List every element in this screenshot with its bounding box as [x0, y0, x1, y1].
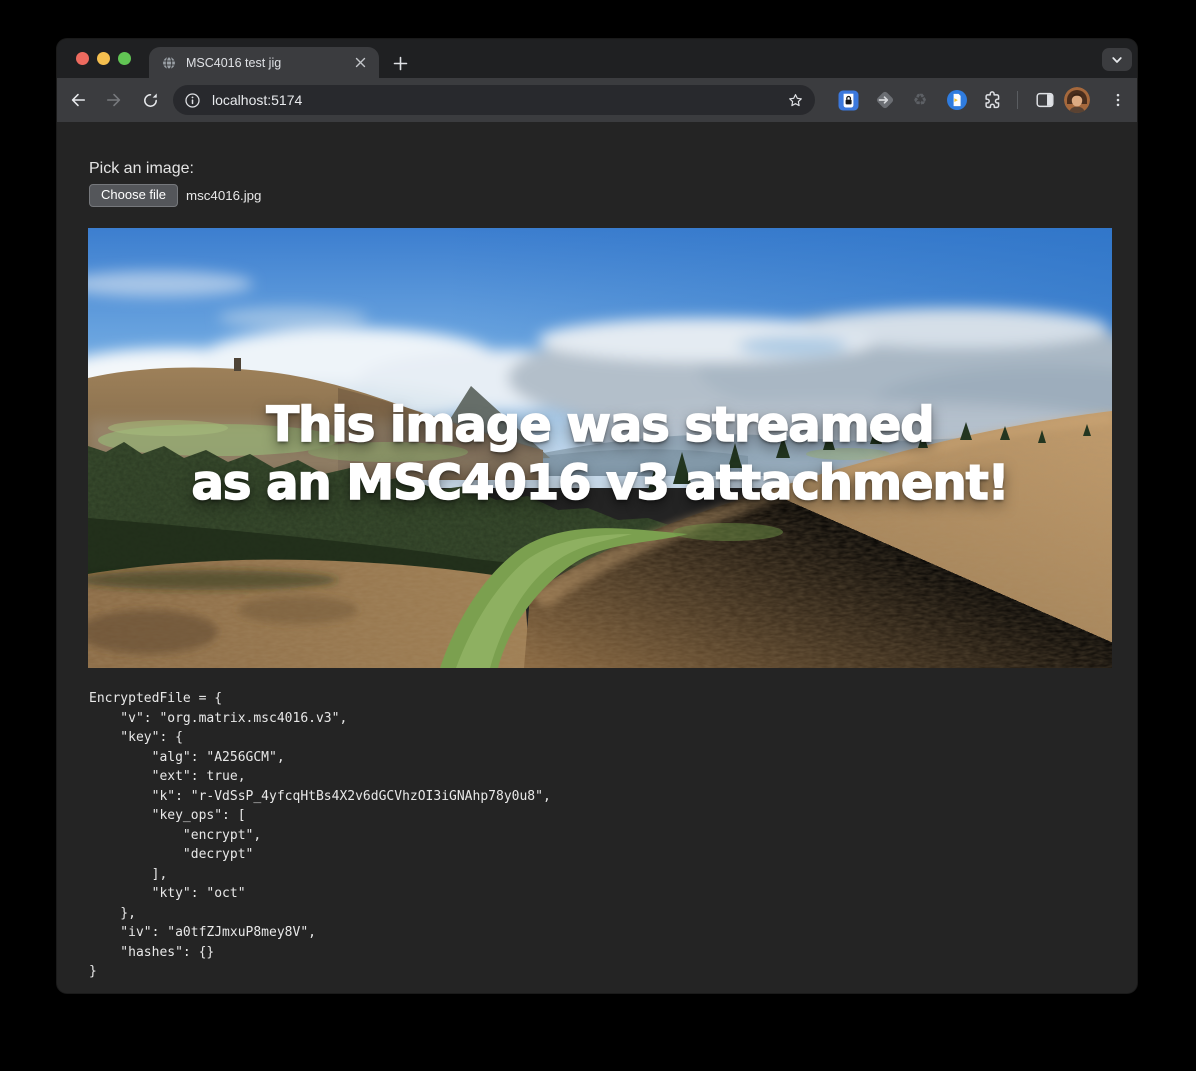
site-info-icon[interactable] — [183, 91, 202, 110]
browser-window: MSC4016 test jig — [57, 39, 1137, 993]
code-line: }, — [89, 904, 551, 924]
browser-toolbar: localhost:5174 — [57, 78, 1137, 122]
tab-title: MSC4016 test jig — [186, 56, 352, 70]
globe-favicon-icon — [161, 55, 177, 71]
code-line: EncryptedFile = { — [89, 689, 551, 709]
browser-menu-button[interactable] — [1105, 87, 1131, 113]
image-overlay-text: This image was streamed as an MSC4016 v3… — [88, 396, 1112, 512]
page-content: Pick an image: Choose file msc4016.jpg — [57, 122, 1137, 993]
new-tab-button[interactable] — [387, 50, 413, 76]
minimize-window-button[interactable] — [97, 52, 110, 65]
chevron-down-icon — [1110, 53, 1124, 67]
screenshot-stage: MSC4016 test jig — [0, 0, 1196, 1071]
url-text[interactable]: localhost:5174 — [212, 92, 786, 108]
back-button[interactable] — [64, 86, 92, 114]
overlay-line-1: This image was streamed — [88, 396, 1112, 454]
tab-close-icon[interactable] — [352, 54, 369, 71]
code-line: ], — [89, 865, 551, 885]
window-controls — [76, 52, 131, 65]
reload-button[interactable] — [136, 86, 164, 114]
profile-avatar[interactable] — [1064, 87, 1090, 113]
overlay-line-2: as an MSC4016 v3 attachment! — [88, 454, 1112, 512]
close-window-button[interactable] — [76, 52, 89, 65]
diamond-arrow-extension-icon[interactable] — [872, 87, 898, 113]
code-line: "ext": true, — [89, 767, 551, 787]
pick-image-label: Pick an image: — [89, 160, 194, 178]
reload-icon — [141, 91, 160, 110]
recycle-extension-icon[interactable]: ♻ — [907, 87, 933, 113]
code-line: "kty": "oct" — [89, 884, 551, 904]
streamed-image: This image was streamed as an MSC4016 v3… — [88, 228, 1112, 668]
encrypted-file-code: EncryptedFile = { "v": "org.matrix.msc40… — [89, 689, 551, 982]
tab-search-button[interactable] — [1102, 48, 1132, 71]
code-line: "decrypt" — [89, 845, 551, 865]
three-dot-menu-icon — [1109, 91, 1127, 109]
selected-filename: msc4016.jpg — [186, 188, 261, 203]
bookmark-star-icon[interactable] — [786, 91, 805, 110]
code-line: "key": { — [89, 728, 551, 748]
extensions-puzzle-icon[interactable] — [980, 87, 1006, 113]
code-line: "hashes": {} — [89, 943, 551, 963]
fullscreen-window-button[interactable] — [118, 52, 131, 65]
code-line: } — [89, 962, 551, 982]
code-line: "key_ops": [ — [89, 806, 551, 826]
forward-button[interactable] — [100, 86, 128, 114]
forward-arrow-icon — [104, 90, 124, 110]
code-line: "k": "r-VdSsP_4yfcqHtBs4X2v6dGCVhzOI3iGN… — [89, 787, 551, 807]
document-extension-icon[interactable] — [944, 87, 970, 113]
side-panel-icon — [1034, 89, 1056, 111]
toolbar-separator — [1017, 91, 1018, 109]
password-manager-extension-icon[interactable] — [835, 87, 861, 113]
code-line: "v": "org.matrix.msc4016.v3", — [89, 709, 551, 729]
back-arrow-icon — [68, 90, 88, 110]
code-line: "iv": "a0tfZJmxuP8mey8V", — [89, 923, 551, 943]
tab-strip: MSC4016 test jig — [57, 39, 1137, 78]
choose-file-button[interactable]: Choose file — [89, 184, 178, 207]
code-line: "alg": "A256GCM", — [89, 748, 551, 768]
file-input: Choose file msc4016.jpg — [89, 184, 261, 207]
address-bar[interactable]: localhost:5174 — [173, 85, 815, 115]
side-panel-button[interactable] — [1032, 87, 1058, 113]
browser-tab[interactable]: MSC4016 test jig — [149, 47, 379, 78]
code-line: "encrypt", — [89, 826, 551, 846]
